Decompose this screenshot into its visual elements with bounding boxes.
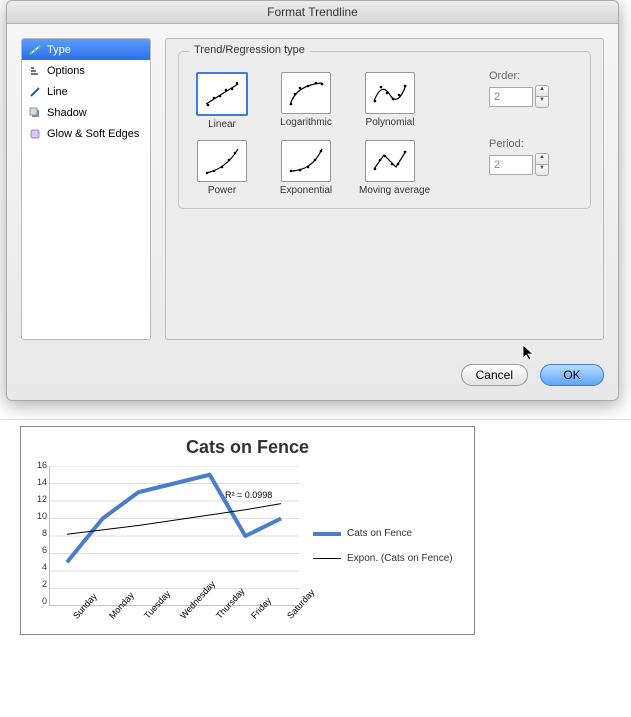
sidebar-item-options[interactable]: Options bbox=[22, 60, 150, 81]
legend-swatch-icon bbox=[313, 558, 341, 559]
sidebar-item-shadow[interactable]: Shadow bbox=[22, 102, 150, 123]
sidebar-item-label: Shadow bbox=[47, 107, 87, 119]
type-exponential[interactable] bbox=[281, 140, 331, 182]
group-title: Trend/Regression type bbox=[189, 44, 310, 56]
type-icon bbox=[28, 43, 42, 57]
trend-type-group: Trend/Regression type Linear bbox=[178, 51, 591, 209]
type-moving-average[interactable] bbox=[365, 140, 415, 182]
type-power[interactable] bbox=[197, 140, 247, 182]
type-label: Logarithmic bbox=[275, 117, 337, 128]
line-icon bbox=[28, 85, 42, 99]
type-label: Exponential bbox=[275, 185, 337, 196]
sidebar-item-label: Line bbox=[47, 86, 68, 98]
sidebar-item-type[interactable]: Type bbox=[22, 39, 150, 60]
legend-item: Cats on Fence bbox=[313, 528, 453, 539]
order-input[interactable] bbox=[489, 87, 533, 107]
legend-swatch-icon bbox=[313, 532, 341, 536]
chart-svg bbox=[49, 466, 299, 606]
legend-item: Expon. (Cats on Fence) bbox=[313, 553, 453, 564]
type-linear[interactable] bbox=[196, 72, 248, 116]
sidebar-item-label: Options bbox=[47, 65, 85, 77]
category-sidebar: Type Options Line Shadow bbox=[21, 38, 151, 340]
dialog-title: Format Trendline bbox=[267, 5, 358, 19]
plot-area: 16 14 12 10 8 6 4 2 0 R² = 0.0998 Sunday… bbox=[29, 466, 299, 626]
chart-legend: Cats on Fence Expon. (Cats on Fence) bbox=[307, 466, 453, 626]
period-label: Period: bbox=[489, 138, 547, 150]
format-trendline-dialog: Format Trendline Type Options Line bbox=[6, 0, 619, 401]
y-axis-labels: 16 14 12 10 8 6 4 2 0 bbox=[29, 460, 47, 606]
glow-icon bbox=[28, 127, 42, 141]
cancel-button[interactable]: Cancel bbox=[461, 364, 528, 386]
order-label: Order: bbox=[489, 70, 547, 82]
type-label: Polynomial bbox=[359, 117, 421, 128]
stepper-down-icon[interactable]: ▼ bbox=[535, 96, 549, 108]
stepper-down-icon[interactable]: ▼ bbox=[535, 164, 549, 176]
x-axis-labels: SundayMondayTuesdayWednesdayThursdayFrid… bbox=[49, 608, 299, 648]
content-panel: Trend/Regression type Linear bbox=[165, 38, 604, 340]
type-label: Moving average bbox=[359, 185, 421, 196]
sidebar-item-line[interactable]: Line bbox=[22, 81, 150, 102]
sidebar-item-label: Glow & Soft Edges bbox=[47, 128, 139, 140]
sidebar-item-glow[interactable]: Glow & Soft Edges bbox=[22, 123, 150, 144]
chart-container[interactable]: Cats on Fence 16 14 12 10 8 6 4 2 0 R² =… bbox=[20, 426, 475, 635]
sidebar-item-label: Type bbox=[47, 44, 71, 56]
chart-title: Cats on Fence bbox=[29, 437, 466, 458]
period-stepper[interactable]: ▲ ▼ bbox=[535, 153, 547, 176]
type-label: Power bbox=[191, 185, 253, 196]
period-input[interactable] bbox=[489, 155, 533, 175]
dialog-titlebar: Format Trendline bbox=[7, 1, 618, 24]
r-squared-annotation: R² = 0.0998 bbox=[225, 490, 272, 500]
type-logarithmic[interactable] bbox=[281, 72, 331, 114]
stepper-up-icon[interactable]: ▲ bbox=[535, 85, 549, 96]
order-stepper[interactable]: ▲ ▼ bbox=[535, 85, 547, 108]
type-polynomial[interactable] bbox=[365, 72, 415, 114]
ok-button[interactable]: OK bbox=[540, 364, 604, 386]
stepper-up-icon[interactable]: ▲ bbox=[535, 153, 549, 164]
options-icon bbox=[28, 64, 42, 78]
shadow-icon bbox=[28, 106, 42, 120]
type-label: Linear bbox=[191, 119, 253, 130]
worksheet-area: Cats on Fence 16 14 12 10 8 6 4 2 0 R² =… bbox=[0, 419, 631, 635]
